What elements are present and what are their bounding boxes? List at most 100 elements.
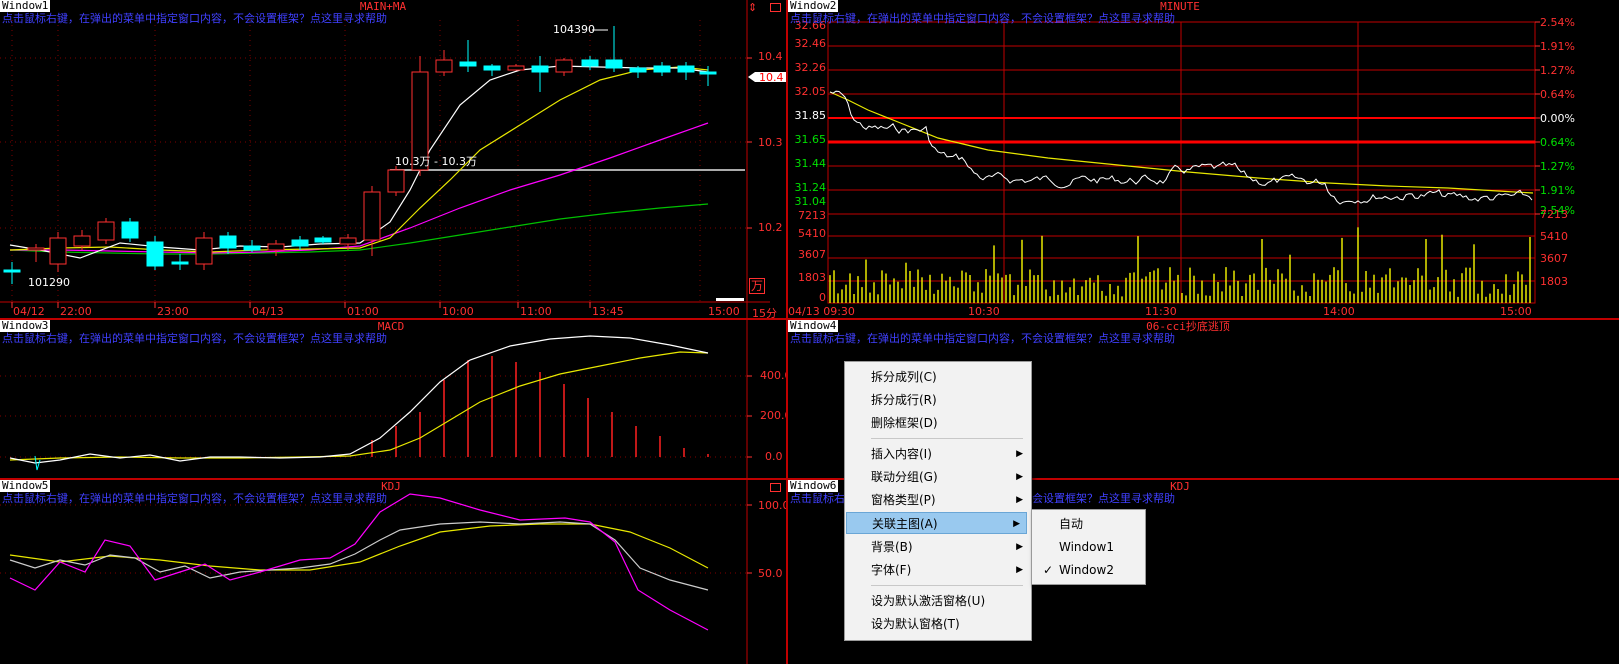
window4-tag: Window4 <box>788 320 839 332</box>
w1-x-label: 04/13 <box>252 305 284 318</box>
w2-right-axis-label: 7213 <box>1540 208 1568 221</box>
w1-maximize-icon[interactable] <box>770 3 781 12</box>
w2-right-axis-label: 5410 <box>1540 230 1568 243</box>
candle-body <box>195 237 213 265</box>
candle-body <box>121 221 139 239</box>
w2-x-label: 04/13 09:30 <box>788 305 855 318</box>
w2-left-axis-label: 3607 <box>798 248 826 261</box>
window1-tag: Window1 <box>0 0 51 12</box>
w2-right-axis-label: 0.00% <box>1540 112 1575 125</box>
w5-y-label: 50.0 <box>758 567 783 580</box>
menu-separator <box>871 438 1023 439</box>
window6-title: KDJ <box>1170 480 1190 493</box>
window3-macd[interactable]: Window3 MACD 点击鼠标右键，在弹出的菜单中指定窗口内容，不会设置框架… <box>0 320 786 478</box>
candle-body <box>219 235 237 249</box>
w2-right-axis-label: 2.54% <box>1540 16 1575 29</box>
w2-left-axis-label: 32.05 <box>794 85 827 98</box>
w1-arrow-icon[interactable]: ⇕ <box>748 1 757 14</box>
window1-help-hint[interactable]: 点击鼠标右键，在弹出的菜单中指定窗口内容，不会设置框架？点这里寻求帮助 <box>2 12 387 25</box>
candle-body <box>555 59 573 73</box>
submenu-arrow-icon: ▶ <box>1016 495 1023 505</box>
candle-body <box>291 239 309 247</box>
candle-body <box>629 67 647 73</box>
candle-body <box>531 65 549 73</box>
w2-left-axis-label: 0 <box>819 291 826 304</box>
menu-item-delete-frame[interactable]: 删除框架(D) <box>848 412 1046 434</box>
window6-tag: Window6 <box>788 480 839 492</box>
window1-main-chart[interactable]: Window1 MAIN+MA 点击鼠标右键，在弹出的菜单中指定窗口内容，不会设… <box>0 0 788 320</box>
menu-item-set-default-active-pane[interactable]: 设为默认激活窗格(U) <box>848 590 1046 612</box>
window2-title: MINUTE <box>1160 0 1200 13</box>
window2-minute-svg <box>788 21 1619 320</box>
submenu-item-window1[interactable]: Window1 <box>1035 536 1143 558</box>
w1-high-label: 104390 <box>553 23 595 36</box>
w1-current-price: 10.4 <box>759 71 784 84</box>
submenu-item-auto[interactable]: 自动 <box>1035 513 1143 535</box>
candle-body <box>27 247 45 251</box>
w1-x-label: 01:00 <box>347 305 379 318</box>
candle-body <box>653 65 671 73</box>
candle-body <box>363 191 381 241</box>
w2-right-axis-label: 0.64% <box>1540 136 1575 149</box>
candle-body <box>267 243 285 251</box>
w1-hline-label: 10.3万 - 10.3万 <box>395 155 477 168</box>
menu-item-link-main-chart[interactable]: 关联主图(A) ▶ <box>846 512 1027 534</box>
candle-body <box>171 261 189 265</box>
candle-body <box>435 59 453 73</box>
candle-body <box>314 237 332 243</box>
menu-item-pane-type[interactable]: 窗格类型(P) ▶ <box>848 489 1029 511</box>
candle-body <box>677 65 695 73</box>
menu-item-link-group[interactable]: 联动分组(G) ▶ <box>848 466 1029 488</box>
window5-kdj[interactable]: Window5 KDJ 点击鼠标右键，在弹出的菜单中指定窗口内容，不会设置框架？… <box>0 480 786 664</box>
menu-item-split-columns[interactable]: 拆分成列(C) <box>848 366 1046 388</box>
window1-candlestick-svg <box>0 0 788 320</box>
w2-left-axis-label: 32.46 <box>794 37 827 50</box>
window2-minute-chart[interactable]: Window2 MINUTE 点击鼠标右键，在弹出的菜单中指定窗口内容，不会设置… <box>788 0 1619 320</box>
w1-low-label: 101290 <box>28 276 70 289</box>
menu-item-split-rows[interactable]: 拆分成行(R) <box>848 389 1046 411</box>
w1-unit-label[interactable]: 万 <box>749 278 766 294</box>
w2-x-label: 14:00 <box>1323 305 1355 318</box>
candle-body <box>581 59 599 67</box>
window5-tag: Window5 <box>0 480 51 492</box>
candle-body <box>459 61 477 67</box>
submenu-item-window2[interactable]: ✓ Window2 <box>1035 559 1143 581</box>
candle-body <box>73 235 91 247</box>
candle-body <box>243 245 261 251</box>
w2-right-axis-label: 1.27% <box>1540 160 1575 173</box>
w2-left-axis-label: 7213 <box>798 209 826 222</box>
submenu-arrow-icon: ▶ <box>1016 472 1023 482</box>
menu-item-font[interactable]: 字体(F) ▶ <box>848 559 1029 581</box>
submenu-arrow-icon: ▶ <box>1013 519 1020 529</box>
w5-maximize-icon[interactable] <box>770 483 781 492</box>
w2-right-axis-label: 1.27% <box>1540 64 1575 77</box>
w2-left-axis-label: 32.26 <box>794 61 827 74</box>
submenu-arrow-icon: ▶ <box>1016 542 1023 552</box>
w1-x-label: 04/12 <box>13 305 45 318</box>
window4-title: 06-cci抄底逃顶 <box>1146 320 1230 333</box>
w1-x-label: 23:00 <box>157 305 189 318</box>
window5-help-hint[interactable]: 点击鼠标右键，在弹出的菜单中指定窗口内容，不会设置框架？点这里寻求帮助 <box>2 492 387 505</box>
menu-item-background[interactable]: 背景(B) ▶ <box>848 536 1029 558</box>
window4-help-hint[interactable]: 点击鼠标右键，在弹出的菜单中指定窗口内容，不会设置框架？点这里寻求帮助 <box>790 332 1175 345</box>
w1-x-label: 15:00 <box>708 305 740 318</box>
submenu-arrow-icon: ▶ <box>1016 565 1023 575</box>
menu-separator <box>871 585 1023 586</box>
candle-body <box>339 237 357 245</box>
menu-item-insert-content[interactable]: 插入内容(I) ▶ <box>848 443 1029 465</box>
w2-left-axis-label: 1803 <box>798 271 826 284</box>
w2-x-label: 10:30 <box>968 305 1000 318</box>
w2-right-axis-label: 1.91% <box>1540 184 1575 197</box>
submenu-arrow-icon: ▶ <box>1016 449 1023 459</box>
window5-kdj-svg <box>0 480 752 664</box>
menu-item-set-default-pane[interactable]: 设为默认窗格(T) <box>848 613 1046 635</box>
window2-help-hint[interactable]: 点击鼠标右键，在弹出的菜单中指定窗口内容，不会设置框架？点这里寻求帮助 <box>790 12 1175 25</box>
w1-x-label: 11:00 <box>520 305 552 318</box>
window3-help-hint[interactable]: 点击鼠标右键，在弹出的菜单中指定窗口内容，不会设置框架？点这里寻求帮助 <box>2 332 387 345</box>
candle-body <box>387 169 405 193</box>
w2-right-axis-label: 1803 <box>1540 275 1568 288</box>
w1-x-label: 13:45 <box>592 305 624 318</box>
w2-left-axis-label: 31.04 <box>794 195 827 208</box>
candle-body <box>483 65 501 71</box>
window2-tag: Window2 <box>788 0 839 12</box>
